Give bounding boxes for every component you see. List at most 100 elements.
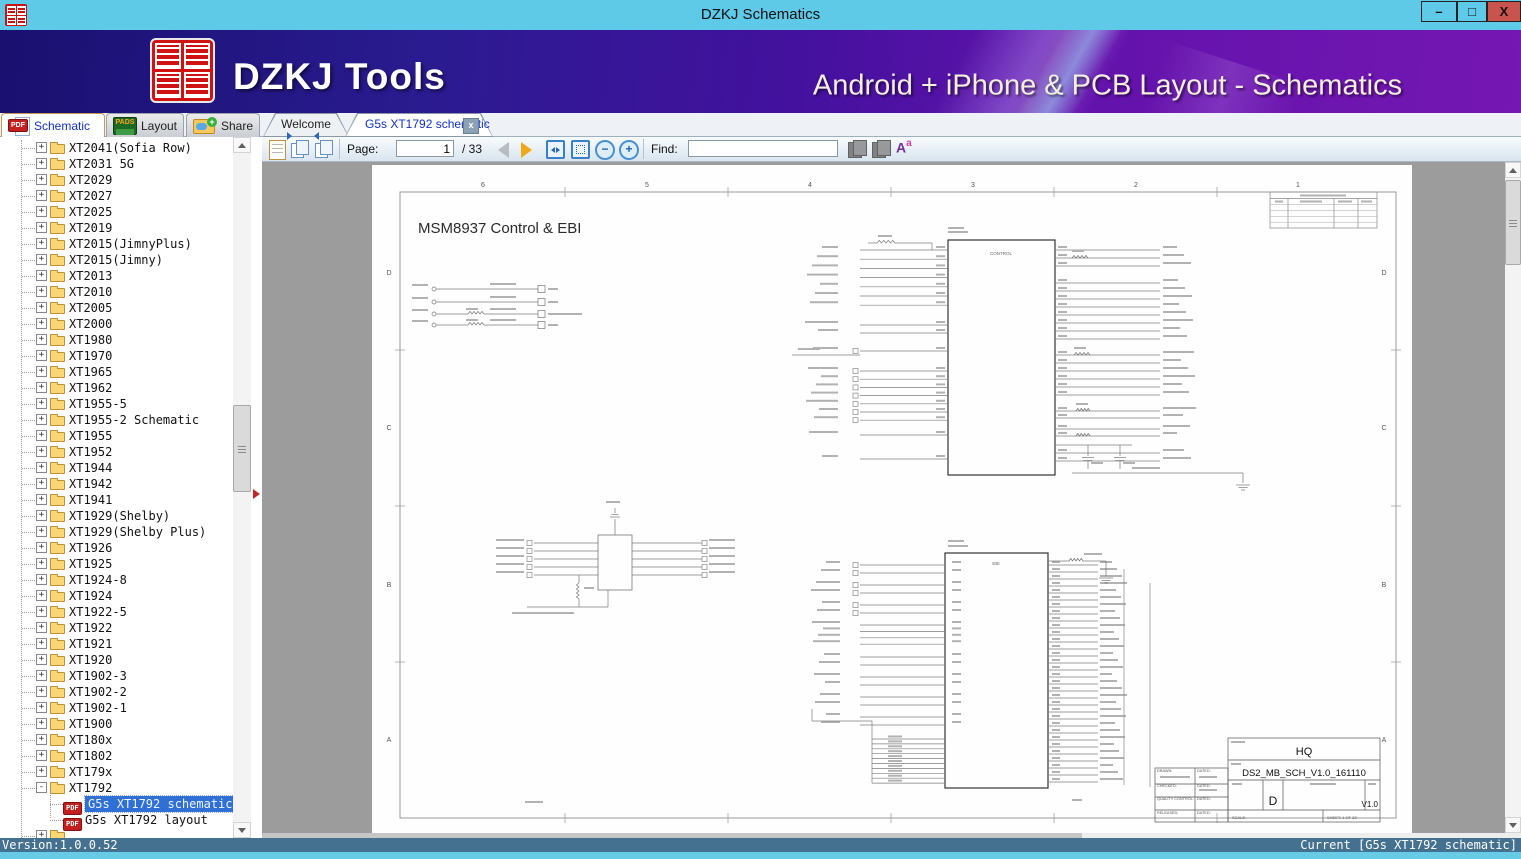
expand-icon[interactable]: + (36, 302, 47, 313)
tree-item-folder[interactable]: + XT1921 (0, 636, 233, 652)
expand-icon[interactable]: + (36, 542, 47, 553)
tree-item-folder[interactable]: + XT2005 (0, 300, 233, 316)
scroll-up-icon[interactable] (1505, 162, 1521, 178)
expand-icon[interactable]: + (36, 414, 47, 425)
expand-icon[interactable]: + (36, 270, 47, 281)
expand-icon[interactable]: + (36, 158, 47, 169)
tree-item-folder[interactable]: + XT179x (0, 764, 233, 780)
tree-item-document[interactable]: PDF G5s XT1792 layout (0, 812, 233, 831)
expand-icon[interactable]: + (36, 462, 47, 473)
tab-schematic[interactable]: PDF Schematic (1, 113, 105, 137)
tree-item-folder[interactable]: + XT2015(JimnyPlus) (0, 236, 233, 252)
tree-item-folder[interactable]: + XT1944 (0, 460, 233, 476)
expand-icon[interactable]: + (36, 654, 47, 665)
sidebar-scrollbar-thumb[interactable] (233, 405, 251, 492)
expand-icon[interactable]: + (36, 238, 47, 249)
scroll-down-icon[interactable] (1505, 817, 1521, 833)
tree-item-folder[interactable]: + XT1926 (0, 540, 233, 556)
expand-icon[interactable]: + (36, 574, 47, 585)
tree-item-folder[interactable]: + XT1952 (0, 444, 233, 460)
expand-icon[interactable]: + (36, 430, 47, 441)
expand-icon[interactable]: + (36, 142, 47, 153)
expand-icon[interactable]: + (36, 398, 47, 409)
tree-item-folder[interactable]: + XT1802 (0, 748, 233, 764)
tab-layout[interactable]: PADS Layout (106, 113, 184, 137)
tree-item-folder[interactable]: + XT1920 (0, 652, 233, 668)
tree-item-folder[interactable]: + XT1922 (0, 620, 233, 636)
tree-item-folder[interactable]: + XT1922-5 (0, 604, 233, 620)
expand-icon[interactable]: + (36, 254, 47, 265)
tree-item-folder[interactable]: + XT1980 (0, 332, 233, 348)
expand-icon[interactable]: + (36, 766, 47, 777)
expand-icon[interactable]: + (36, 366, 47, 377)
tree-item-document[interactable]: PDF G5s XT1792 schematic (0, 795, 233, 815)
tree-item-folder[interactable]: + XT1902-2 (0, 684, 233, 700)
expand-icon[interactable]: + (36, 718, 47, 729)
expand-icon[interactable]: + (36, 830, 47, 838)
maximize-button[interactable]: □ (1457, 1, 1487, 22)
expand-icon[interactable]: + (36, 734, 47, 745)
close-tab-icon[interactable]: x (463, 118, 479, 134)
main-scrollbar[interactable] (1505, 162, 1521, 833)
expand-icon[interactable]: + (36, 222, 47, 233)
zoom-in-icon[interactable]: + (619, 140, 639, 160)
tree-item-folder[interactable]: + XT1955 (0, 428, 233, 444)
tree-item-folder[interactable]: + XT1900 (0, 716, 233, 732)
doc-tab-current[interactable]: G5s XT1792 schematic x (345, 113, 493, 137)
tree-item-folder[interactable]: + XT1902-1 (0, 700, 233, 716)
expand-icon[interactable]: + (36, 686, 47, 697)
expand-icon[interactable]: + (36, 510, 47, 521)
tree-item-folder[interactable]: + XT1965 (0, 364, 233, 380)
splitter-collapse-icon[interactable] (253, 489, 260, 499)
tree-item-folder[interactable]: + XT1955-2 Schematic (0, 412, 233, 428)
tree-item-folder[interactable]: + XT1955-5 (0, 396, 233, 412)
tree-item-folder[interactable]: + XT1924-8 (0, 572, 233, 588)
expand-icon[interactable]: + (36, 174, 47, 185)
expand-icon[interactable]: + (36, 622, 47, 633)
match-case-icon[interactable]: Aa (896, 138, 912, 157)
doc-tab-welcome[interactable]: Welcome (263, 113, 349, 137)
main-scrollbar-thumb[interactable] (1505, 180, 1521, 265)
expand-icon[interactable]: + (36, 334, 47, 345)
expand-icon[interactable]: + (36, 702, 47, 713)
tree-item-folder[interactable]: + XT2000 (0, 316, 233, 332)
close-button[interactable]: X (1487, 1, 1521, 22)
expand-icon[interactable]: + (36, 446, 47, 457)
tree-item-folder[interactable]: + XT180x (0, 732, 233, 748)
expand-icon[interactable]: + (36, 606, 47, 617)
expand-icon[interactable]: + (36, 750, 47, 761)
expand-icon[interactable]: - (36, 782, 47, 793)
expand-icon[interactable]: + (36, 382, 47, 393)
tree-item-folder[interactable]: + XT2015(Jimny) (0, 252, 233, 268)
expand-icon[interactable]: + (36, 206, 47, 217)
tree-item-folder[interactable]: + XT2027 (0, 188, 233, 204)
tree-item-folder[interactable]: + XT1924 (0, 588, 233, 604)
scroll-up-icon[interactable] (233, 137, 251, 153)
sidebar-scrollbar[interactable] (233, 137, 251, 838)
expand-icon[interactable]: + (36, 526, 47, 537)
expand-icon[interactable]: + (36, 558, 47, 569)
tree-item-folder[interactable]: + XT1970 (0, 348, 233, 364)
minimize-button[interactable]: – (1421, 1, 1457, 22)
tree-item-folder[interactable]: + XT2010 (0, 284, 233, 300)
tree-item-folder[interactable]: + XT1925 (0, 556, 233, 572)
expand-icon[interactable]: + (36, 478, 47, 489)
expand-icon[interactable]: + (36, 318, 47, 329)
prev-page-icon[interactable] (498, 142, 509, 158)
expand-icon[interactable]: + (36, 286, 47, 297)
tree-item-folder[interactable]: + XT1942 (0, 476, 233, 492)
expand-icon[interactable]: + (36, 590, 47, 601)
tree-item-folder[interactable]: + XT2031 5G (0, 156, 233, 172)
scroll-down-icon[interactable] (233, 822, 251, 838)
tree-item-folder[interactable]: + XT1929(Shelby) (0, 508, 233, 524)
tree-item-folder[interactable]: + (0, 828, 233, 838)
page-number-input[interactable] (396, 140, 454, 157)
tree-item-folder[interactable]: + XT2029 (0, 172, 233, 188)
next-page-icon[interactable] (521, 142, 532, 158)
tree-item-folder[interactable]: + XT1902-3 (0, 668, 233, 684)
tree-item-folder[interactable]: + XT2013 (0, 268, 233, 284)
tab-share[interactable]: + Share (186, 113, 260, 137)
tree-item-folder[interactable]: + XT2041(Sofia Row) (0, 140, 233, 156)
page-thumbnail-icon[interactable] (269, 140, 286, 160)
tree-item-folder[interactable]: - XT1792 (0, 780, 233, 796)
